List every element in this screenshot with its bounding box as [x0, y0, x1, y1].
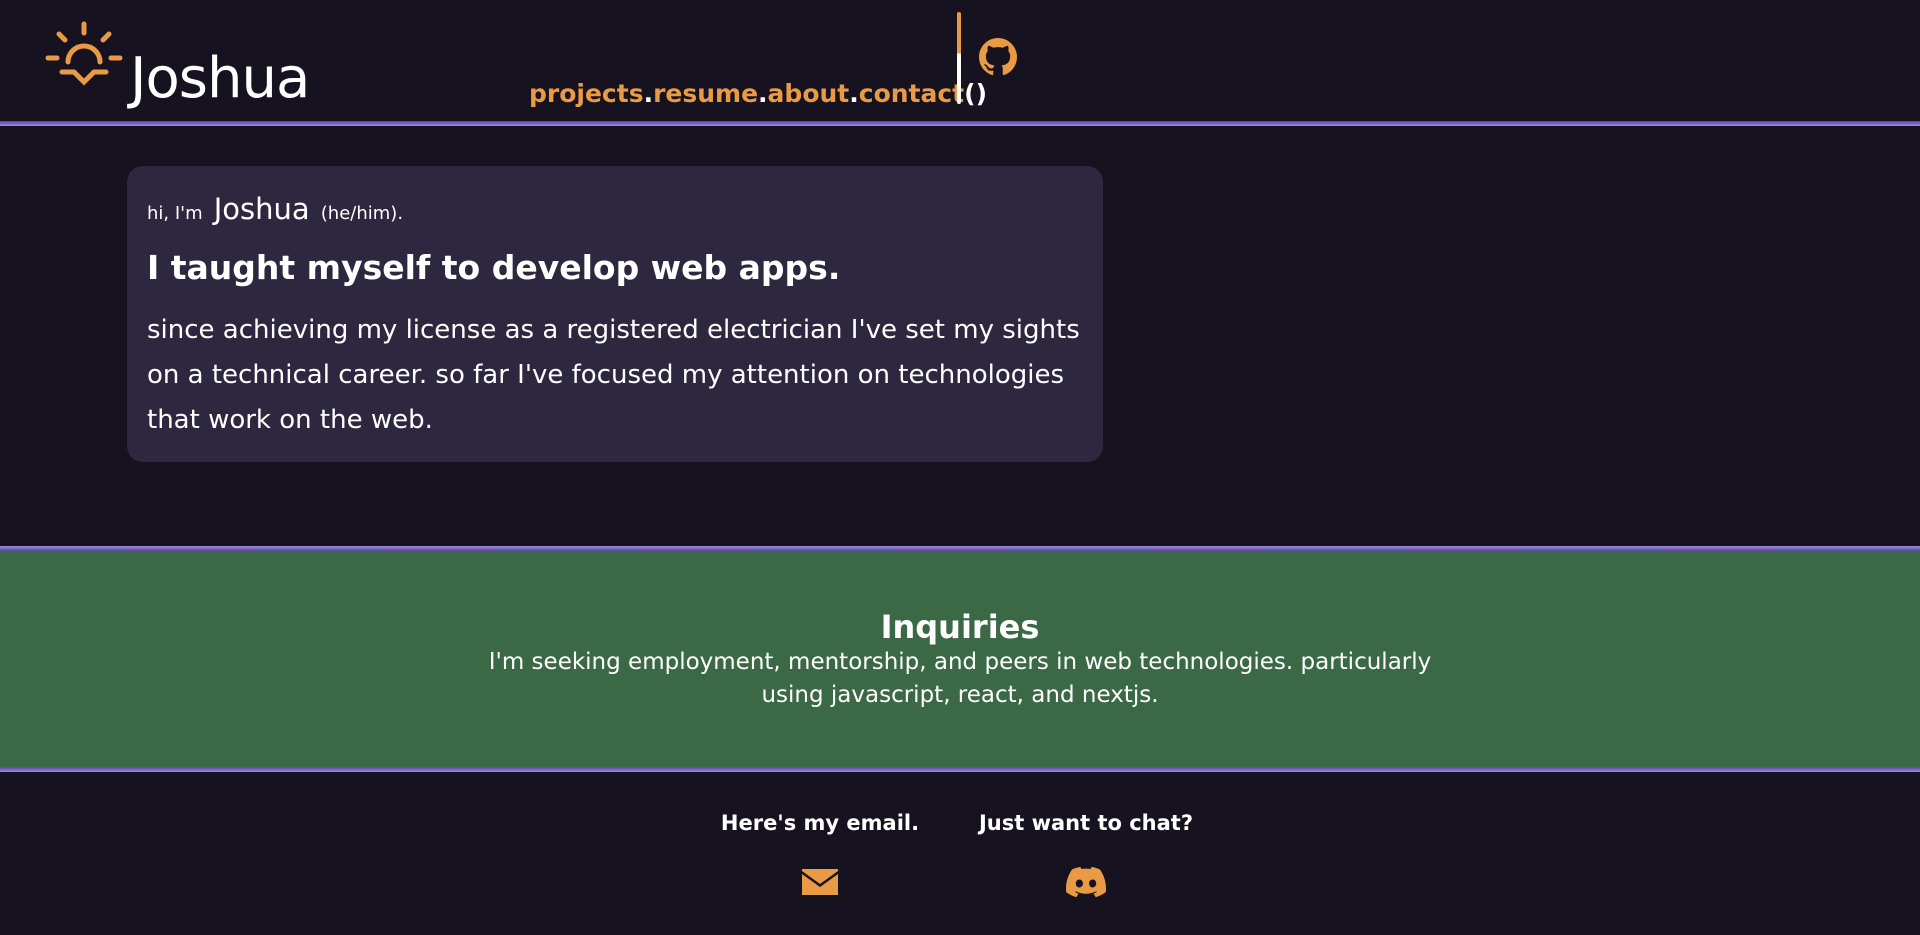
envelope-icon[interactable] — [800, 866, 840, 898]
email-contact: Here's my email. — [700, 806, 940, 898]
main-nav: projects.resume.about.contact() — [529, 76, 987, 112]
intro-bio: since achieving my license as a register… — [147, 315, 1080, 435]
nav-separator: . — [758, 79, 768, 108]
inquiries-section: Inquiries I'm seeking employment, mentor… — [0, 551, 1920, 767]
github-icon[interactable] — [979, 38, 1017, 76]
nav-divider — [957, 12, 961, 104]
inquiries-text: I'm seeking employment, mentorship, and … — [488, 649, 1432, 708]
greeting-name: Joshua — [213, 192, 310, 226]
inquiries-bottom-divider — [0, 767, 1920, 772]
pronouns: (he/him). — [320, 203, 404, 224]
greeting: hi, I'm Joshua (he/him). — [147, 192, 403, 226]
greeting-prefix: hi, I'm — [147, 203, 203, 224]
inquiries-title: Inquiries — [880, 608, 1040, 646]
header-divider — [0, 121, 1920, 126]
intro-headline: I taught myself to develop web apps. — [147, 248, 841, 287]
site-header: Joshua projects.resume.about.contact() — [0, 0, 1920, 122]
site-name[interactable]: Joshua — [130, 44, 310, 114]
sunrise-icon — [45, 21, 123, 86]
email-label: Here's my email. — [720, 811, 920, 835]
chat-label: Just want to chat? — [978, 811, 1194, 835]
chat-contact: Just want to chat? — [966, 806, 1206, 898]
nav-link-projects[interactable]: projects — [529, 79, 644, 108]
nav-link-resume[interactable]: resume — [653, 79, 758, 108]
nav-separator: . — [849, 79, 859, 108]
discord-icon[interactable] — [1066, 866, 1106, 898]
nav-link-about[interactable]: about — [768, 79, 850, 108]
nav-parens: () — [964, 79, 987, 108]
nav-separator: . — [643, 79, 654, 108]
nav-link-contact[interactable]: contact — [859, 79, 964, 108]
intro-card: hi, I'm Joshua (he/him). I taught myself… — [127, 166, 1103, 462]
